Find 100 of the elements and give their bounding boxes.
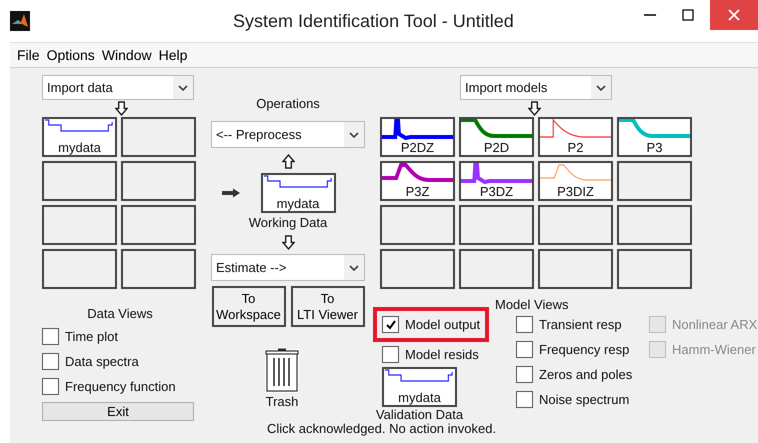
slot-label: mydata — [397, 391, 442, 405]
close-icon — [728, 9, 740, 21]
checkbox[interactable] — [516, 366, 533, 383]
estimate-dropdown[interactable]: Estimate --> — [211, 254, 365, 281]
slot-caption: Validation Data — [376, 407, 464, 422]
chevron-down-icon — [349, 132, 359, 138]
highlighted-checkbox-row[interactable]: Model output — [373, 307, 489, 342]
down-arrow-icon — [282, 234, 294, 250]
menu-item[interactable]: Window — [102, 47, 152, 63]
minimize-icon — [644, 14, 656, 16]
checkbox-row[interactable]: Transient resp — [516, 312, 649, 337]
trash-can-icon[interactable] — [265, 348, 299, 392]
empty-slot[interactable] — [42, 249, 117, 289]
chevron-down-icon — [349, 264, 359, 270]
window-title: System Identification Tool - Untitled — [233, 10, 514, 32]
model-slot[interactable]: P3 — [617, 117, 692, 157]
checkbox-row[interactable]: Zeros and poles — [516, 362, 649, 387]
empty-slot[interactable] — [538, 249, 613, 289]
section-title: Model Views — [495, 297, 570, 312]
import-data-dropdown[interactable]: Import data — [42, 75, 194, 100]
empty-slot[interactable] — [380, 205, 455, 245]
check-icon — [384, 318, 396, 330]
section-title: Data Views — [87, 306, 153, 321]
checkbox-row[interactable]: Data spectra — [42, 349, 198, 374]
checkbox-label: Model output — [405, 317, 480, 332]
down-arrow-icon — [528, 101, 541, 116]
chevron-down-icon — [178, 84, 188, 90]
checkbox[interactable] — [382, 346, 399, 363]
checkbox-label: Transient resp — [539, 317, 622, 332]
up-arrow-icon — [282, 154, 294, 169]
checkbox[interactable] — [42, 353, 59, 370]
slot-label: P2D — [482, 141, 510, 155]
checkbox-label: Hamm-Wiener — [672, 342, 756, 357]
data-slot[interactable]: mydata — [42, 117, 117, 157]
checkbox[interactable] — [382, 316, 399, 333]
checkbox-label: Time plot — [65, 329, 118, 344]
checkbox-label: Nonlinear ARX — [672, 317, 758, 332]
empty-slot[interactable] — [538, 205, 613, 245]
right-arrow-icon — [220, 188, 240, 198]
slot-label: mydata — [276, 197, 320, 211]
checkbox[interactable] — [516, 391, 533, 408]
model-slot[interactable]: P3DIZ — [538, 161, 613, 201]
chevron-down-icon — [596, 84, 606, 90]
checkbox-row[interactable]: Noise spectrum — [516, 387, 649, 412]
slot-label: mydata — [57, 141, 102, 155]
empty-slot[interactable] — [42, 205, 117, 245]
checkbox-row[interactable]: Frequency resp — [516, 337, 649, 362]
slot-label: P3Z — [404, 185, 430, 199]
checkbox[interactable] — [516, 316, 533, 333]
checkbox-row[interactable]: Model resids — [382, 342, 516, 367]
preprocess-dropdown[interactable]: <-- Preprocess — [211, 121, 365, 148]
checkbox[interactable] — [516, 341, 533, 358]
status-message: Click acknowledged. No action invoked. — [267, 421, 498, 436]
empty-slot[interactable] — [380, 249, 455, 289]
empty-slot[interactable] — [121, 117, 196, 157]
trash-label: Trash — [266, 394, 298, 409]
checkbox-label: Data spectra — [65, 354, 139, 369]
down-arrow-icon — [114, 101, 128, 116]
empty-slot[interactable] — [121, 205, 196, 245]
model-slot[interactable]: P3Z — [380, 161, 455, 201]
empty-slot[interactable] — [459, 205, 534, 245]
slot-label: P3DIZ — [556, 185, 595, 199]
checkbox-label: Frequency function — [65, 379, 176, 394]
app-logo-icon — [10, 11, 30, 31]
checkbox-label: Zeros and poles — [539, 367, 632, 382]
checkbox[interactable] — [42, 378, 59, 395]
empty-slot[interactable] — [121, 249, 196, 289]
empty-slot[interactable] — [42, 161, 117, 201]
import-models-dropdown[interactable]: Import models — [460, 75, 612, 100]
signal-curve-icon — [384, 369, 453, 382]
empty-slot[interactable] — [617, 161, 692, 201]
checkbox-row[interactable]: Time plot — [42, 324, 198, 349]
menu-item[interactable]: Options — [46, 47, 95, 63]
slot-label: P3DZ — [478, 185, 514, 199]
slot-label: P2 — [566, 141, 584, 155]
slot-label: P3 — [646, 141, 664, 155]
menu-item[interactable]: Help — [158, 47, 188, 63]
exit-button[interactable]: Exit — [42, 402, 194, 421]
checkbox-row[interactable]: Frequency function — [42, 374, 198, 399]
validation-data-slot[interactable]: mydata — [382, 367, 457, 407]
model-slot[interactable]: P2 — [538, 117, 613, 157]
model-slot[interactable]: P2DZ — [380, 117, 455, 157]
checkbox-label: Noise spectrum — [539, 392, 630, 407]
empty-slot[interactable] — [617, 249, 692, 289]
signal-curve-icon — [263, 175, 332, 188]
model-slot[interactable]: P3DZ — [459, 161, 534, 201]
checkbox-label: Model resids — [405, 347, 479, 362]
model-slot[interactable]: P2D — [459, 117, 534, 157]
checkbox-label: Frequency resp — [539, 342, 630, 357]
checkbox[interactable] — [42, 328, 59, 345]
empty-slot[interactable] — [617, 205, 692, 245]
slot-caption: Working Data — [248, 215, 328, 230]
action-button[interactable]: To LTI Viewer — [290, 286, 364, 327]
close-button[interactable] — [710, 0, 758, 30]
empty-slot[interactable] — [459, 249, 534, 289]
action-button[interactable]: To Workspace — [212, 286, 286, 327]
menu-item[interactable]: File — [17, 47, 40, 63]
section-title: Operations — [256, 96, 320, 111]
empty-slot[interactable] — [121, 161, 196, 201]
working-data-slot[interactable]: mydata — [260, 173, 336, 213]
